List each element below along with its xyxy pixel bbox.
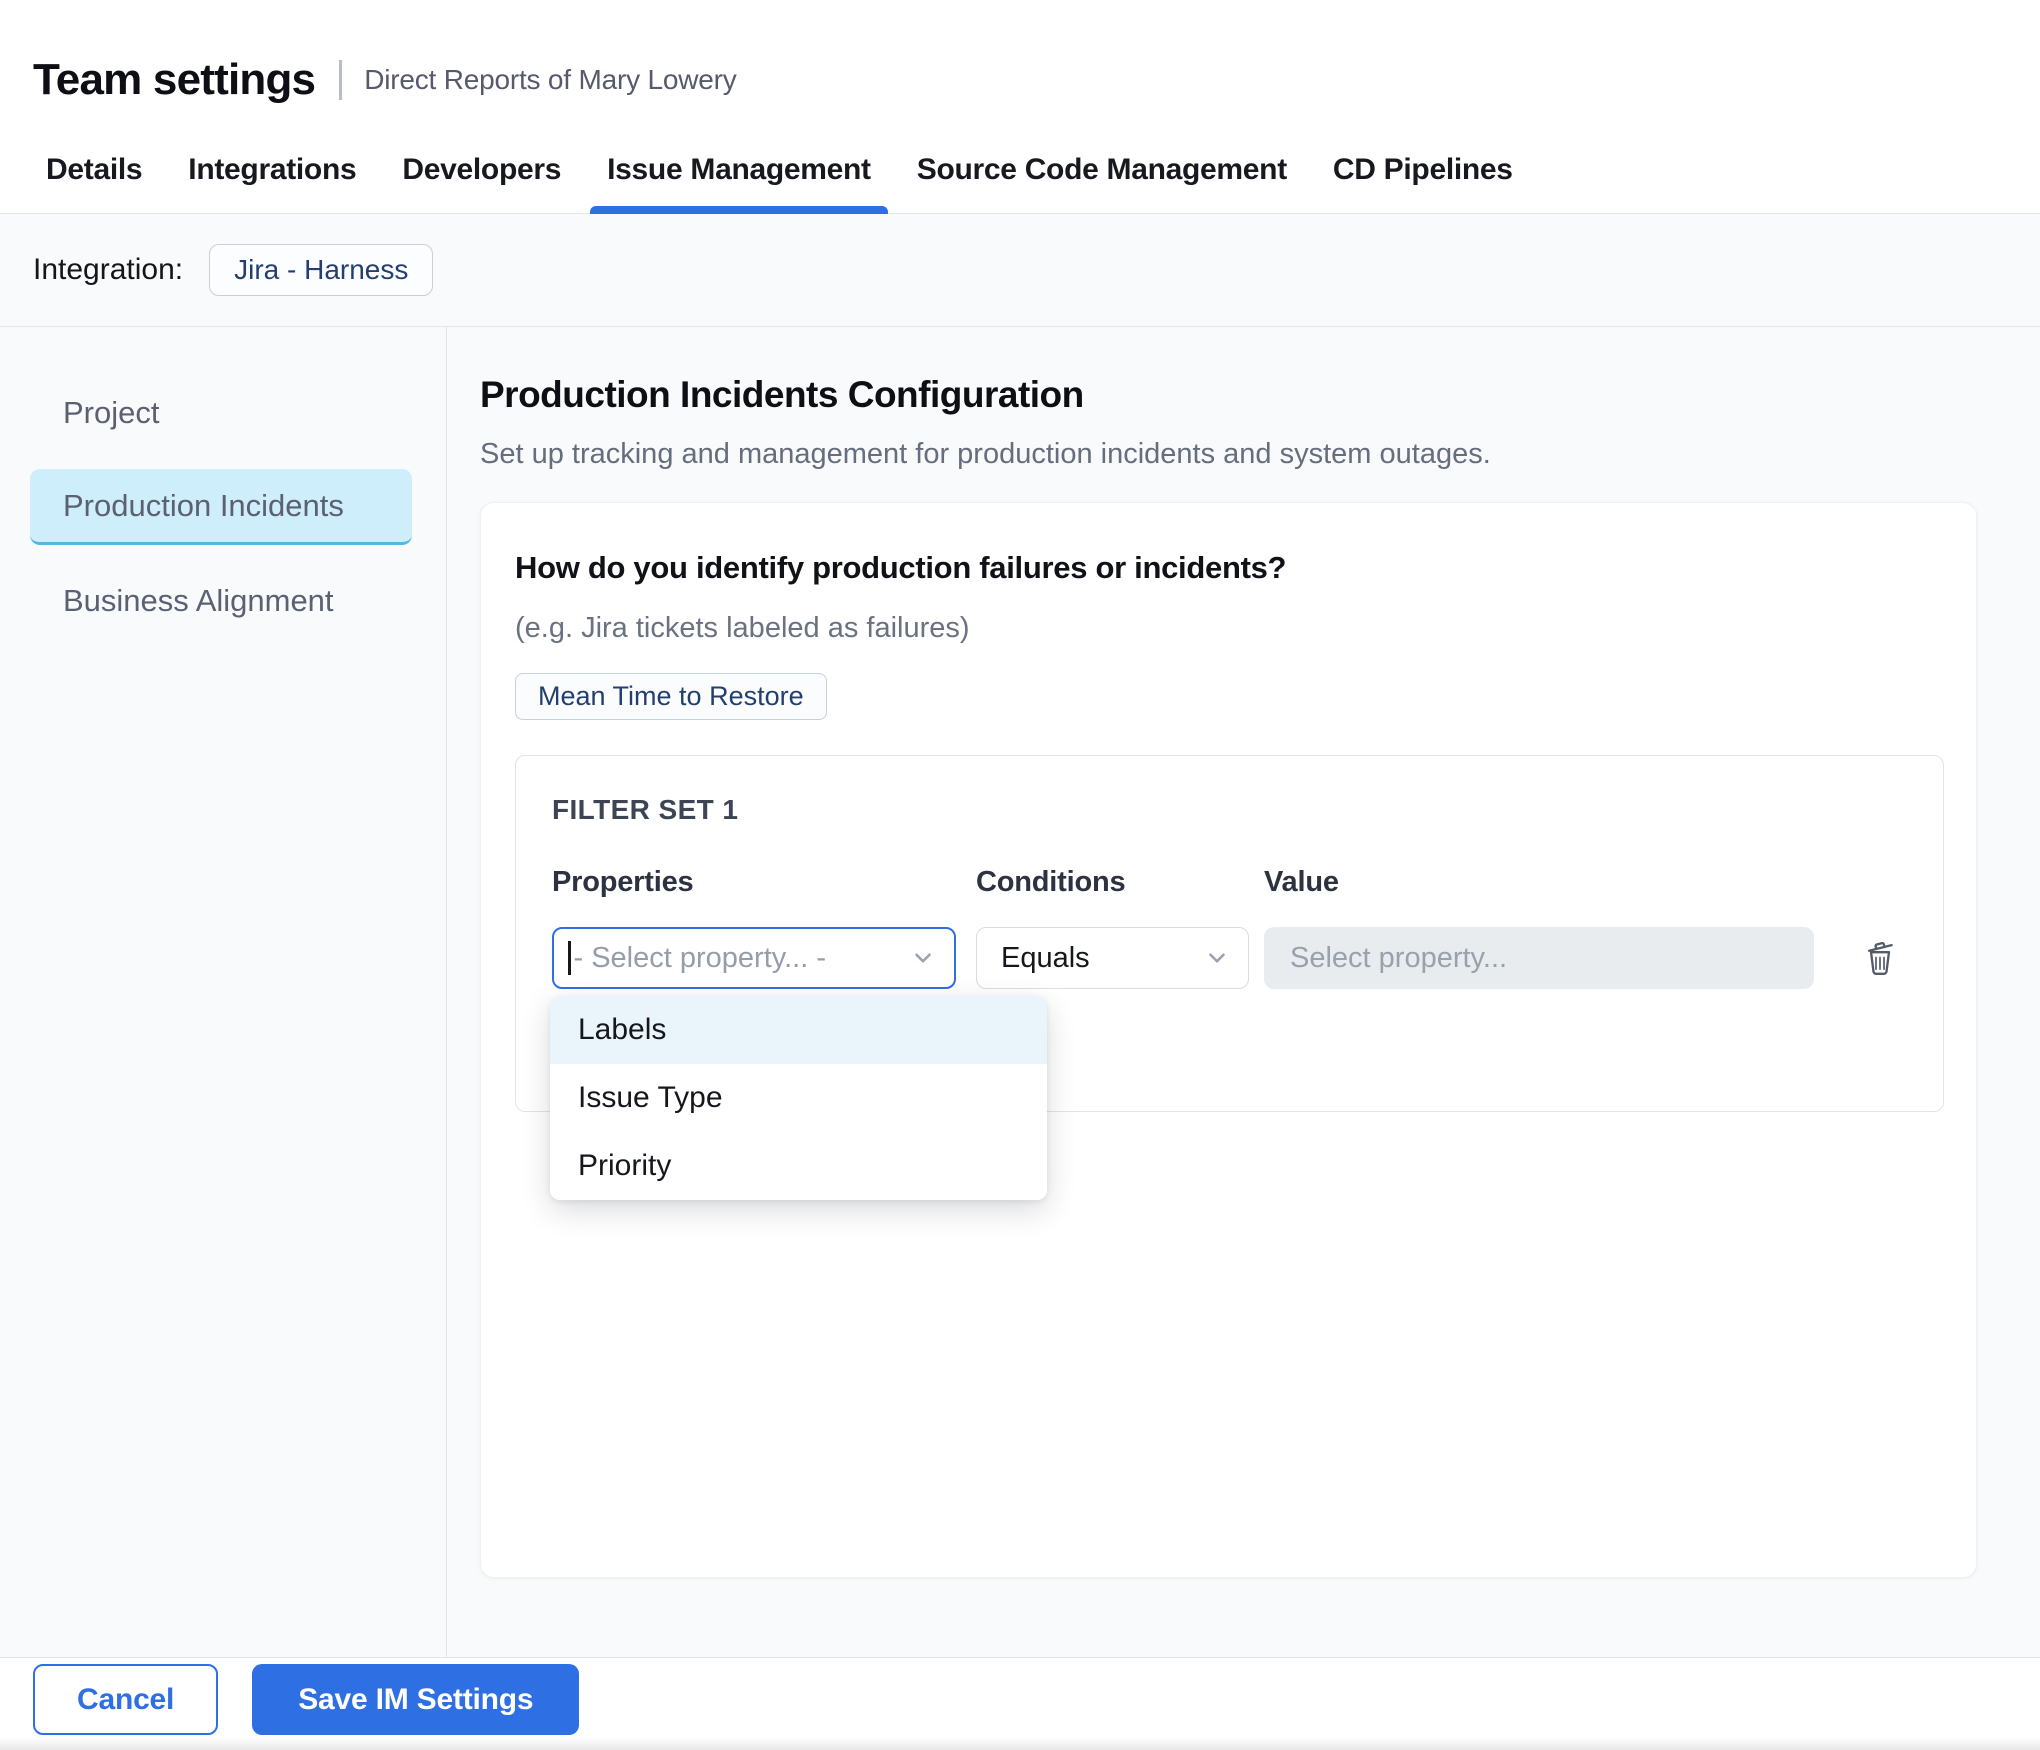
value-column-header: Value <box>1264 866 1814 899</box>
property-dropdown-menu: Labels Issue Type Priority <box>550 996 1047 1200</box>
property-select[interactable]: - Select property... - <box>552 927 956 989</box>
integration-row: Integration: Jira - Harness <box>0 214 2040 327</box>
sidebar-item-production-incidents[interactable]: Production Incidents <box>30 469 412 545</box>
conditions-column-header: Conditions <box>976 866 1264 899</box>
condition-select[interactable]: Equals <box>976 927 1249 989</box>
tab-bar: Details Integrations Developers Issue Ma… <box>0 130 2040 214</box>
content-region: Project Production Incidents Business Al… <box>0 327 2040 1657</box>
property-select-placeholder: - Select property... - <box>574 942 827 975</box>
identify-incidents-question: How do you identify production failures … <box>515 550 1942 586</box>
filter-set-box: FILTER SET 1 Properties Conditions Value… <box>515 755 1944 1112</box>
tab-details[interactable]: Details <box>46 153 142 213</box>
page-header: Team settings Direct Reports of Mary Low… <box>0 0 2040 130</box>
settings-sidebar: Project Production Incidents Business Al… <box>0 327 447 1657</box>
value-input[interactable] <box>1264 927 1814 989</box>
filter-controls-row: - Select property... - Equals <box>552 927 1907 989</box>
trash-icon <box>1861 937 1899 979</box>
section-title: Production Incidents Configuration <box>480 374 2040 416</box>
delete-filter-button[interactable] <box>1860 936 1900 980</box>
tab-integrations[interactable]: Integrations <box>188 153 356 213</box>
tab-source-code-management[interactable]: Source Code Management <box>917 153 1287 213</box>
title-divider <box>339 60 342 100</box>
dropdown-option-labels[interactable]: Labels <box>550 996 1047 1064</box>
page-subtitle: Direct Reports of Mary Lowery <box>364 64 736 96</box>
footer-bar: Cancel Save IM Settings <box>0 1657 2040 1749</box>
dropdown-option-priority[interactable]: Priority <box>550 1132 1047 1200</box>
properties-column-header: Properties <box>552 866 976 899</box>
page-title: Team settings <box>33 55 315 105</box>
tab-cd-pipelines[interactable]: CD Pipelines <box>1333 153 1513 213</box>
chevron-down-icon <box>1204 945 1230 971</box>
tab-issue-management[interactable]: Issue Management <box>607 153 871 213</box>
dropdown-option-issue-type[interactable]: Issue Type <box>550 1064 1047 1132</box>
sidebar-item-project[interactable]: Project <box>30 375 412 451</box>
integration-chip[interactable]: Jira - Harness <box>209 244 433 296</box>
section-subtitle: Set up tracking and management for produ… <box>480 438 2040 471</box>
filter-set-title: FILTER SET 1 <box>552 794 1907 826</box>
text-cursor <box>568 941 571 975</box>
sidebar-item-business-alignment[interactable]: Business Alignment <box>30 563 412 639</box>
save-im-settings-button[interactable]: Save IM Settings <box>252 1664 579 1735</box>
condition-select-value: Equals <box>1001 942 1090 975</box>
cancel-button[interactable]: Cancel <box>33 1664 218 1735</box>
filter-column-headers: Properties Conditions Value <box>552 866 1907 899</box>
mean-time-to-restore-chip[interactable]: Mean Time to Restore <box>515 673 827 720</box>
main-panel: Production Incidents Configuration Set u… <box>447 327 2040 1657</box>
incidents-config-card: How do you identify production failures … <box>480 502 1977 1578</box>
tab-developers[interactable]: Developers <box>402 153 561 213</box>
identify-incidents-hint: (e.g. Jira tickets labeled as failures) <box>515 612 1942 645</box>
chevron-down-icon <box>910 945 936 971</box>
integration-label: Integration: <box>33 253 183 287</box>
